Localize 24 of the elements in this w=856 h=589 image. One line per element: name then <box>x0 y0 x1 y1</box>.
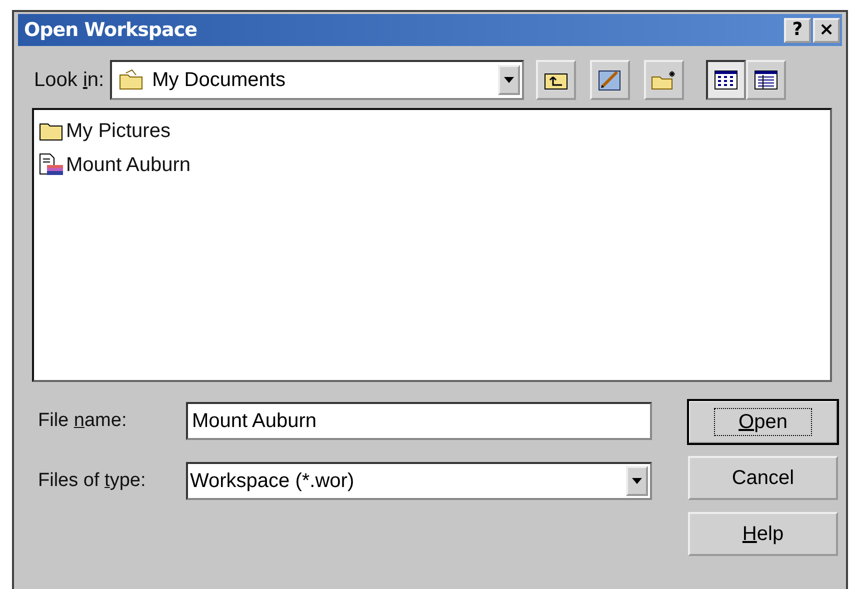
document-icon <box>38 153 64 177</box>
newfolder-button[interactable] <box>644 60 684 100</box>
list-button[interactable] <box>706 60 746 100</box>
up-button[interactable] <box>536 60 576 100</box>
file-type-dropdown[interactable]: Workspace (*.wor) <box>186 462 652 500</box>
details-button[interactable] <box>746 60 786 100</box>
look-in-dropdown[interactable]: My Documents <box>110 60 524 100</box>
close-button[interactable]: × <box>813 18 840 42</box>
edit-button[interactable] <box>590 60 630 100</box>
folder-icon <box>118 69 144 91</box>
file-name[interactable]: Mount Auburn <box>66 154 191 176</box>
file-name-field[interactable]: Mount Auburn <box>186 402 652 440</box>
details-view-icon <box>754 70 778 90</box>
file-type-label: Files of type: <box>38 470 147 492</box>
window-title: Open Workspace <box>24 19 197 41</box>
dialog-button[interactable]: Help <box>688 512 838 556</box>
file-name[interactable]: My Pictures <box>66 120 170 142</box>
dialog-button[interactable]: Cancel <box>688 456 838 500</box>
pencil-icon <box>597 68 624 92</box>
help-button[interactable]: ? <box>784 18 811 42</box>
list-view-icon <box>714 70 738 90</box>
dialog-button[interactable]: Open <box>688 400 838 444</box>
look-in-label: Look in: <box>34 68 104 92</box>
file-name-label: File name: <box>38 410 128 432</box>
